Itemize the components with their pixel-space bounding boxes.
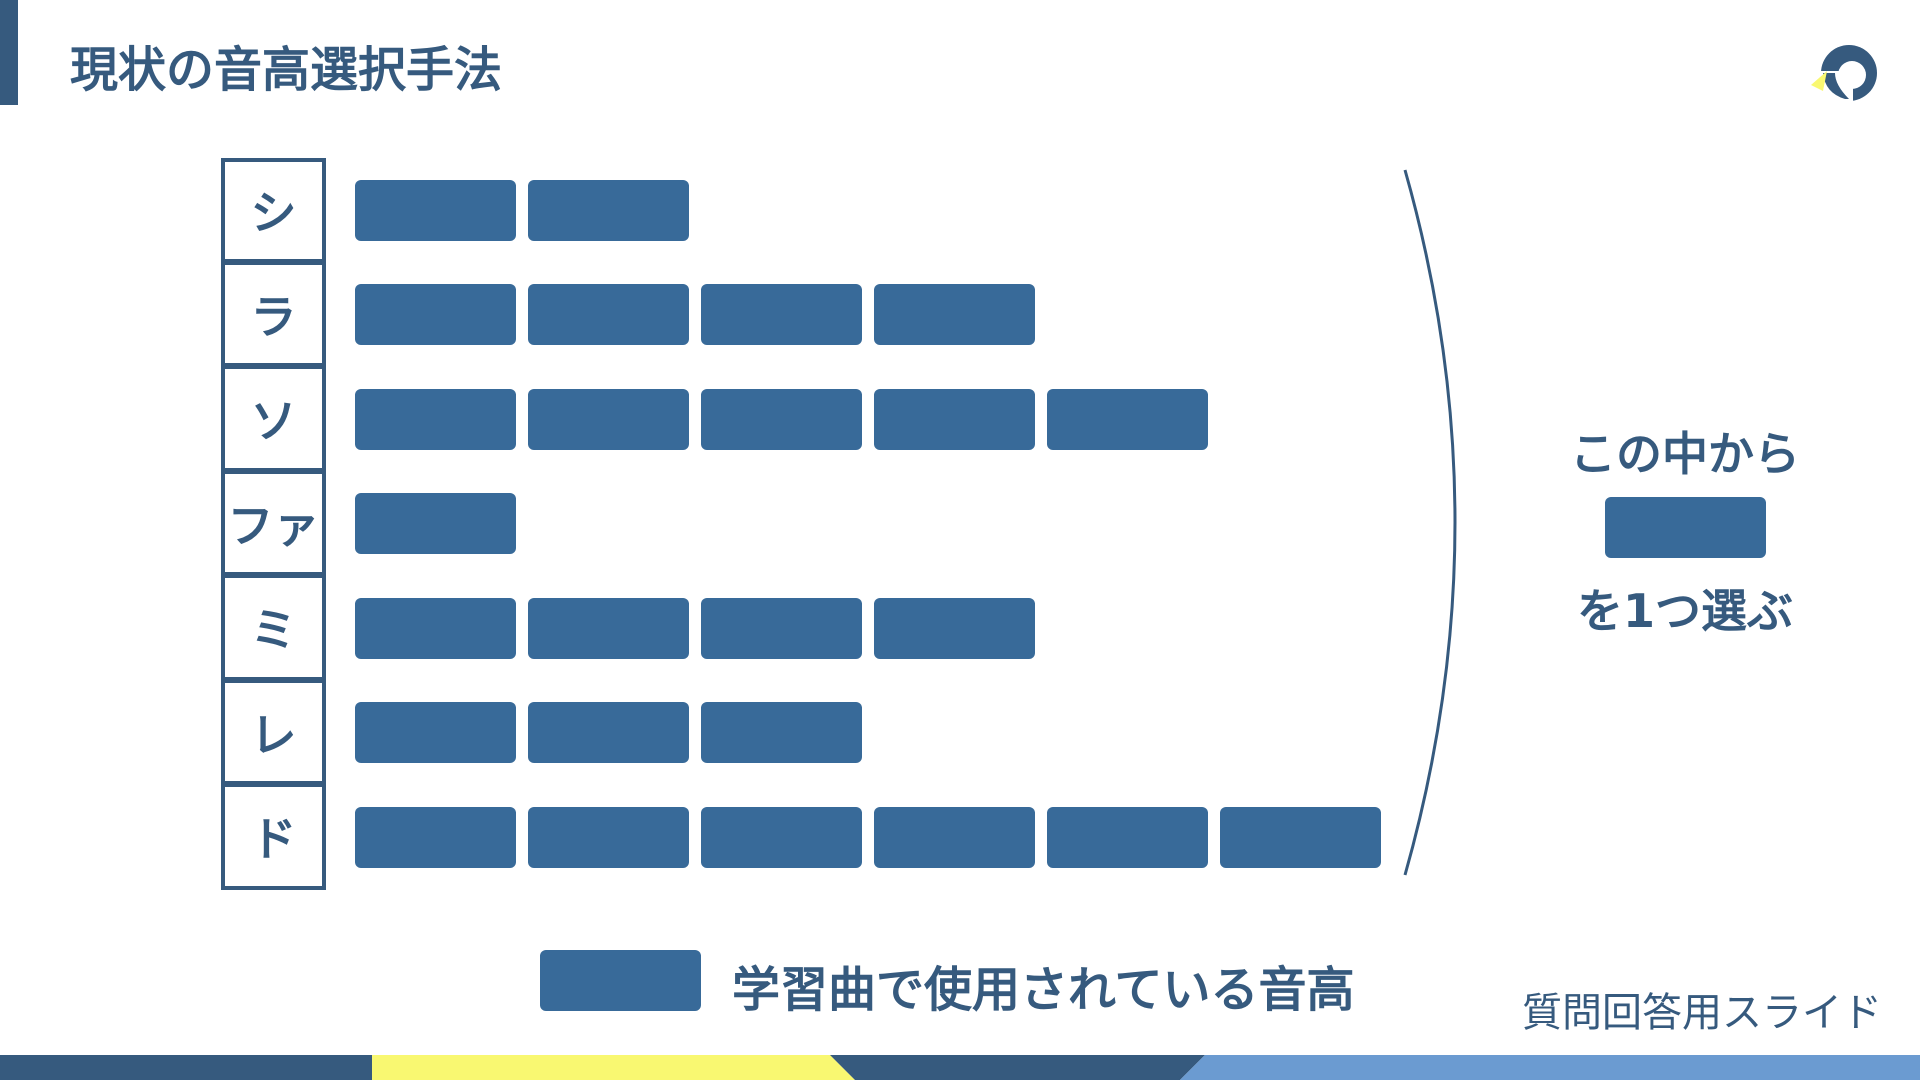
note-label: ド (221, 783, 326, 890)
note-label: シ (221, 158, 326, 263)
logo-icon (1811, 45, 1877, 111)
pitch-block (355, 806, 516, 868)
legend-label: 学習曲で使用されている音高 (732, 962, 1355, 1018)
pitch-block (528, 284, 689, 346)
pitch-block (355, 388, 516, 450)
pitch-block (1220, 806, 1381, 868)
pitch-block (355, 597, 516, 659)
note-label: ファ (221, 469, 326, 576)
pitch-block (701, 284, 862, 346)
side-note-block (1605, 497, 1766, 558)
pitch-block (528, 388, 689, 450)
pitch-block (528, 806, 689, 868)
pitch-block (528, 597, 689, 659)
note-label: ミ (221, 574, 326, 681)
pitch-block (1047, 806, 1208, 868)
pitch-block (701, 597, 862, 659)
legend-swatch (540, 950, 701, 1011)
pitch-block (355, 179, 516, 241)
pitch-block (874, 388, 1035, 450)
note-label: レ (221, 678, 326, 785)
pitch-block (874, 806, 1035, 868)
pitch-block (874, 284, 1035, 346)
pitch-block (874, 597, 1035, 659)
pitch-block (701, 702, 862, 764)
bottom-color-bar (0, 1055, 1920, 1080)
pitch-block (355, 493, 516, 555)
pitch-block (355, 284, 516, 346)
side-note-line2: を1つ選ぶ (1576, 584, 1793, 638)
right-bracket (1403, 169, 1457, 876)
side-note-line1: この中から (1570, 427, 1800, 481)
footer-label: 質問回答用スライド (1522, 990, 1882, 1036)
note-label: ラ (221, 260, 326, 367)
pitch-block (355, 702, 516, 764)
pitch-block (528, 702, 689, 764)
page-title: 現状の音高選択手法 (70, 42, 503, 98)
note-label: ソ (221, 365, 326, 472)
pitch-block (701, 388, 862, 450)
pitch-block (701, 806, 862, 868)
pitch-block (1047, 388, 1208, 450)
pitch-block (528, 179, 689, 241)
title-accent-bar (0, 0, 18, 105)
